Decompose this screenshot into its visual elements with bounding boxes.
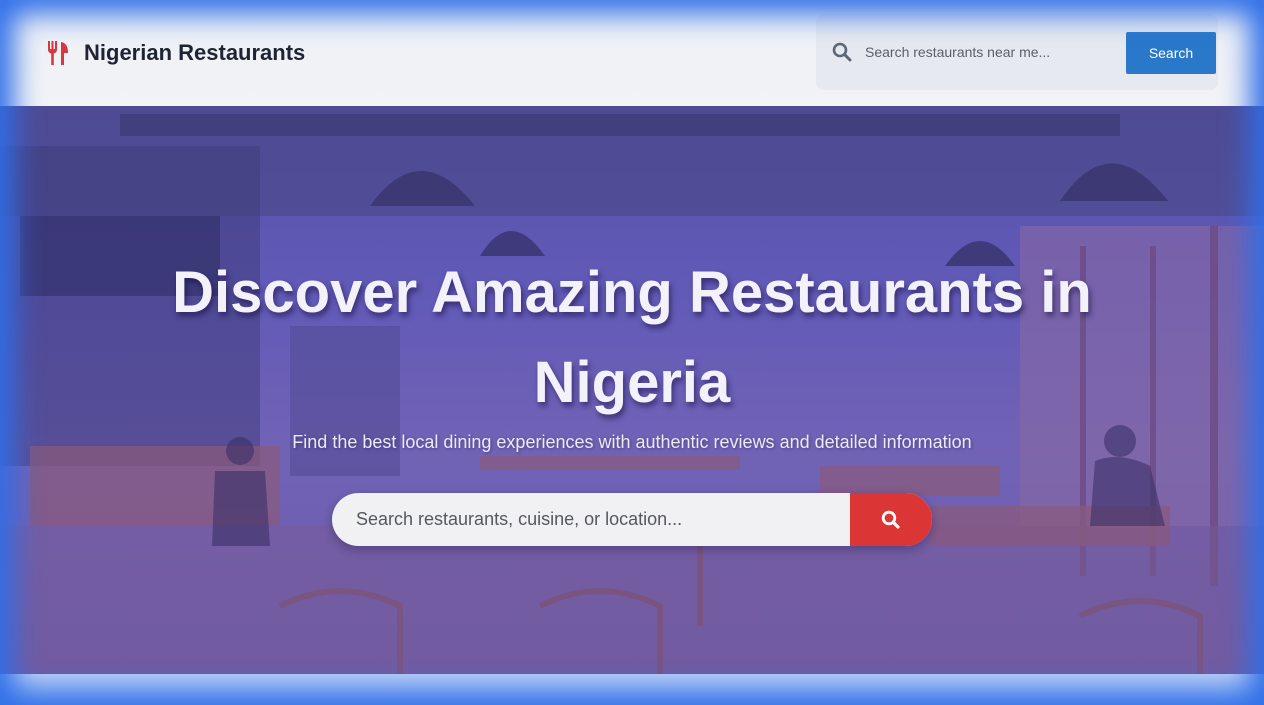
hero-search-button[interactable]: [850, 493, 932, 546]
header-search-input[interactable]: [856, 36, 1116, 68]
header-search: Search: [816, 14, 1218, 90]
search-icon: [881, 510, 900, 529]
hero-subtitle: Find the best local dining experiences w…: [292, 432, 972, 452]
header-search-button[interactable]: Search: [1126, 32, 1216, 74]
hero-search-bar: [332, 493, 932, 546]
hero-section: Discover Amazing Restaurants in Nigeria …: [0, 106, 1264, 674]
utensils-icon: [48, 41, 68, 65]
hero-search-input[interactable]: [332, 493, 850, 546]
bottom-strip: [0, 674, 1264, 705]
search-icon: [832, 42, 852, 62]
brand[interactable]: Nigerian Restaurants: [46, 38, 305, 68]
hero-title: Discover Amazing Restaurants in Nigeria: [172, 260, 1092, 415]
brand-name: Nigerian Restaurants: [84, 40, 306, 65]
site-header: Nigerian Restaurants Search: [0, 0, 1264, 106]
